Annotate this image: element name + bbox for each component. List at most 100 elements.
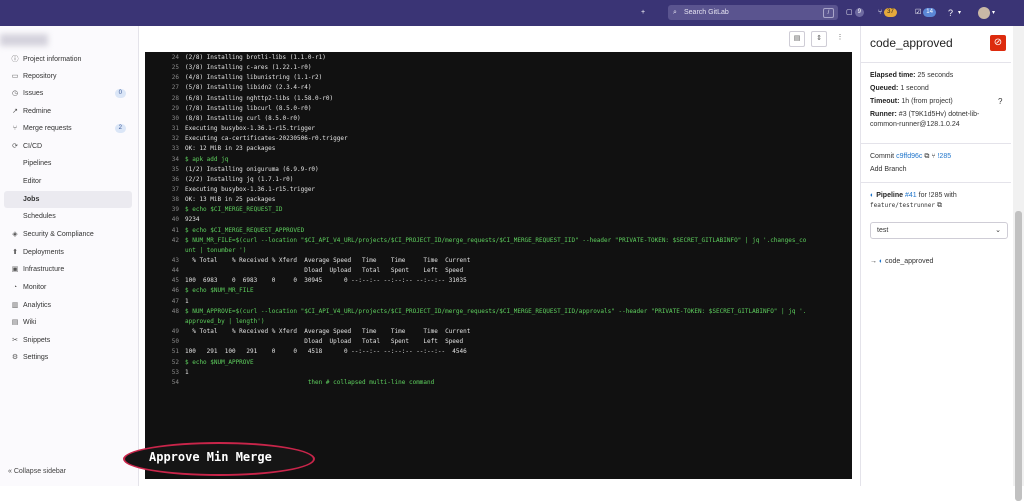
sidebar-item-infrastructure[interactable]: ▣ Infrastructure [0,261,134,278]
sidebar-item-settings[interactable]: ⚙ Settings [0,349,134,366]
sidebar-subitem-pipelines[interactable]: Pipelines [0,155,134,172]
sidebar-item-label: Jobs [23,196,40,203]
cancel-job-button[interactable]: ⊘ [990,35,1006,51]
sidebar-item-repository[interactable]: ▭ Repository [0,68,134,85]
log-line-number[interactable]: 48 [163,307,179,317]
log-line-number[interactable]: 31 [163,124,179,134]
todos-nav[interactable]: ☑ 14 [915,6,936,20]
sidebar-subitem-editor[interactable]: Editor [0,173,134,190]
stage-select[interactable]: test ⌄ [870,222,1008,239]
log-line-text: (6/8) Installing nghttp2-libs (1.58.0-r0… [185,95,334,102]
avatar[interactable] [978,7,990,19]
log-line: 24 (2/8) Installing brotli-libs (1.1.0-r1… [145,53,852,63]
log-line-number[interactable]: 39 [163,205,179,215]
log-line-number[interactable]: 49 [163,327,179,337]
approve-min-merge-annotation: Approve Min Merge [123,442,315,476]
sidebar-item-merge-requests[interactable]: ⑂ Merge requests 2 [0,120,134,137]
log-line-number[interactable]: 44 [163,266,179,276]
page-scrollbar[interactable] [1013,26,1024,501]
log-line-number[interactable]: 51 [163,347,179,357]
log-line: approved_by | length') [145,317,852,327]
search-input[interactable]: ⌕ Search GitLab / [668,5,838,20]
log-line-number[interactable]: 28 [163,94,179,104]
log-line-text: (5/8) Installing libidn2 (2.3.4-r4) [185,84,312,91]
log-line-number[interactable]: 53 [163,368,179,378]
log-line-number[interactable]: 42 [163,236,179,246]
sidebar-subitem-jobs[interactable]: Jobs [4,191,132,208]
mr-count-badge: 37 [884,7,897,17]
help-icon[interactable]: ? [998,97,1002,107]
raw-log-icon[interactable]: ▤ [789,31,805,47]
log-line-number[interactable]: 41 [163,226,179,236]
sidebar-item-redmine[interactable]: ↗ Redmine [0,103,134,120]
log-line-number[interactable]: 25 [163,63,179,73]
pipeline-status-icon: ◐ [870,192,875,199]
help-icon[interactable]: ? [948,6,953,20]
kebab-menu-icon[interactable]: ⋮ [833,31,847,45]
sidebar-item-monitor[interactable]: ◔ Monitor [0,279,134,296]
issues-count-badge: 0 [114,89,126,98]
copy-icon[interactable]: ⧉ [924,153,929,160]
sidebar-item-analytics[interactable]: ▥ Analytics [0,297,134,314]
log-line-number[interactable]: 43 [163,256,179,266]
log-line-number[interactable]: 54 [163,378,179,388]
log-line-number[interactable]: 32 [163,134,179,144]
sidebar-item-ci-cd[interactable]: ⟳ CI/CD [0,138,134,155]
copy-icon[interactable]: ⧉ [937,202,942,209]
log-line: 40 9234 [145,215,852,225]
elapsed-time: Elapsed time: 25 seconds [870,72,954,79]
merge-request-icon: ⑂ [931,153,936,160]
issues-icon: ▢ [846,9,853,16]
log-line-text: (8/8) Installing curl (8.5.0-r0) [185,115,301,122]
log-line: 33 OK: 12 MiB in 23 packages [145,144,852,154]
sidebar-item-issues[interactable]: ◷ Issues 0 [0,85,134,102]
plus-icon[interactable]: + [641,6,645,20]
sidebar-item-wiki[interactable]: ▤ Wiki [0,314,134,331]
annotation-label: Approve Min Merge [149,450,272,464]
collapse-sidebar-button[interactable]: « Collapse sidebar [8,468,66,475]
avatar-chevron-icon[interactable]: ▾ [992,6,995,20]
log-line-text: Executing busybox-1.36.1-r15.trigger [185,125,316,132]
sidebar-subitem-schedules[interactable]: Schedules [0,208,134,225]
pipeline-link[interactable]: #41 [905,192,917,199]
scroll-to-bottom-icon[interactable]: ⇕ [811,31,827,47]
sidebar-item-project-information[interactable]: ⓘ Project information [0,51,134,68]
merge-requests-nav[interactable]: ⑂ 37 [878,6,897,20]
issues-count-badge: 9 [854,7,864,17]
log-line-number[interactable]: 33 [163,144,179,154]
job-log-terminal[interactable]: 24 (2/8) Installing brotli-libs (1.1.0-r1… [145,52,852,479]
log-line-number[interactable]: 34 [163,155,179,165]
todo-icon: ☑ [915,9,922,16]
sidebar-item-security-compliance[interactable]: ◈ Security & Compliance [0,226,134,243]
log-line-number[interactable]: 46 [163,286,179,296]
sidebar-item-snippets[interactable]: ✂ Snippets [0,332,134,349]
log-line-number[interactable]: 45 [163,276,179,286]
log-line-number[interactable]: 36 [163,175,179,185]
log-line: 43 % Total % Received % Xferd Average Sp… [145,256,852,266]
issues-nav[interactable]: ▢ 9 [846,6,864,20]
log-line-number[interactable]: 35 [163,165,179,175]
commit-sha-link[interactable]: c9ffd96c [896,153,922,160]
merge-request-link[interactable]: !285 [937,153,951,160]
log-line-number[interactable]: 24 [163,53,179,63]
log-line-number[interactable]: 26 [163,73,179,83]
log-line-number[interactable]: 47 [163,297,179,307]
info-icon: ⓘ [11,56,19,63]
log-line-number[interactable]: 40 [163,215,179,225]
log-line-number[interactable]: 37 [163,185,179,195]
log-line-number[interactable]: 29 [163,104,179,114]
current-job-link[interactable]: → ◐ code_approved [870,257,933,267]
log-line-text: OK: 12 MiB in 23 packages [185,145,276,152]
log-line-number[interactable]: 27 [163,83,179,93]
log-line-number[interactable]: 52 [163,358,179,368]
pipeline-info: ◐ Pipeline #41 for !285 with feature/tes… [870,192,957,209]
cloud-icon: ▣ [11,266,19,273]
log-line-number[interactable]: 50 [163,337,179,347]
log-line-number[interactable]: 38 [163,195,179,205]
sidebar-item-deployments[interactable]: ⬆ Deployments [0,244,134,261]
chevron-down-icon[interactable]: ▾ [958,6,961,20]
gear-icon: ⚙ [11,354,19,361]
scrollbar-thumb[interactable] [1015,211,1022,501]
log-line-text: $ echo $CI_MERGE_REQUEST_APPROVED [185,227,305,234]
log-line-number[interactable]: 30 [163,114,179,124]
